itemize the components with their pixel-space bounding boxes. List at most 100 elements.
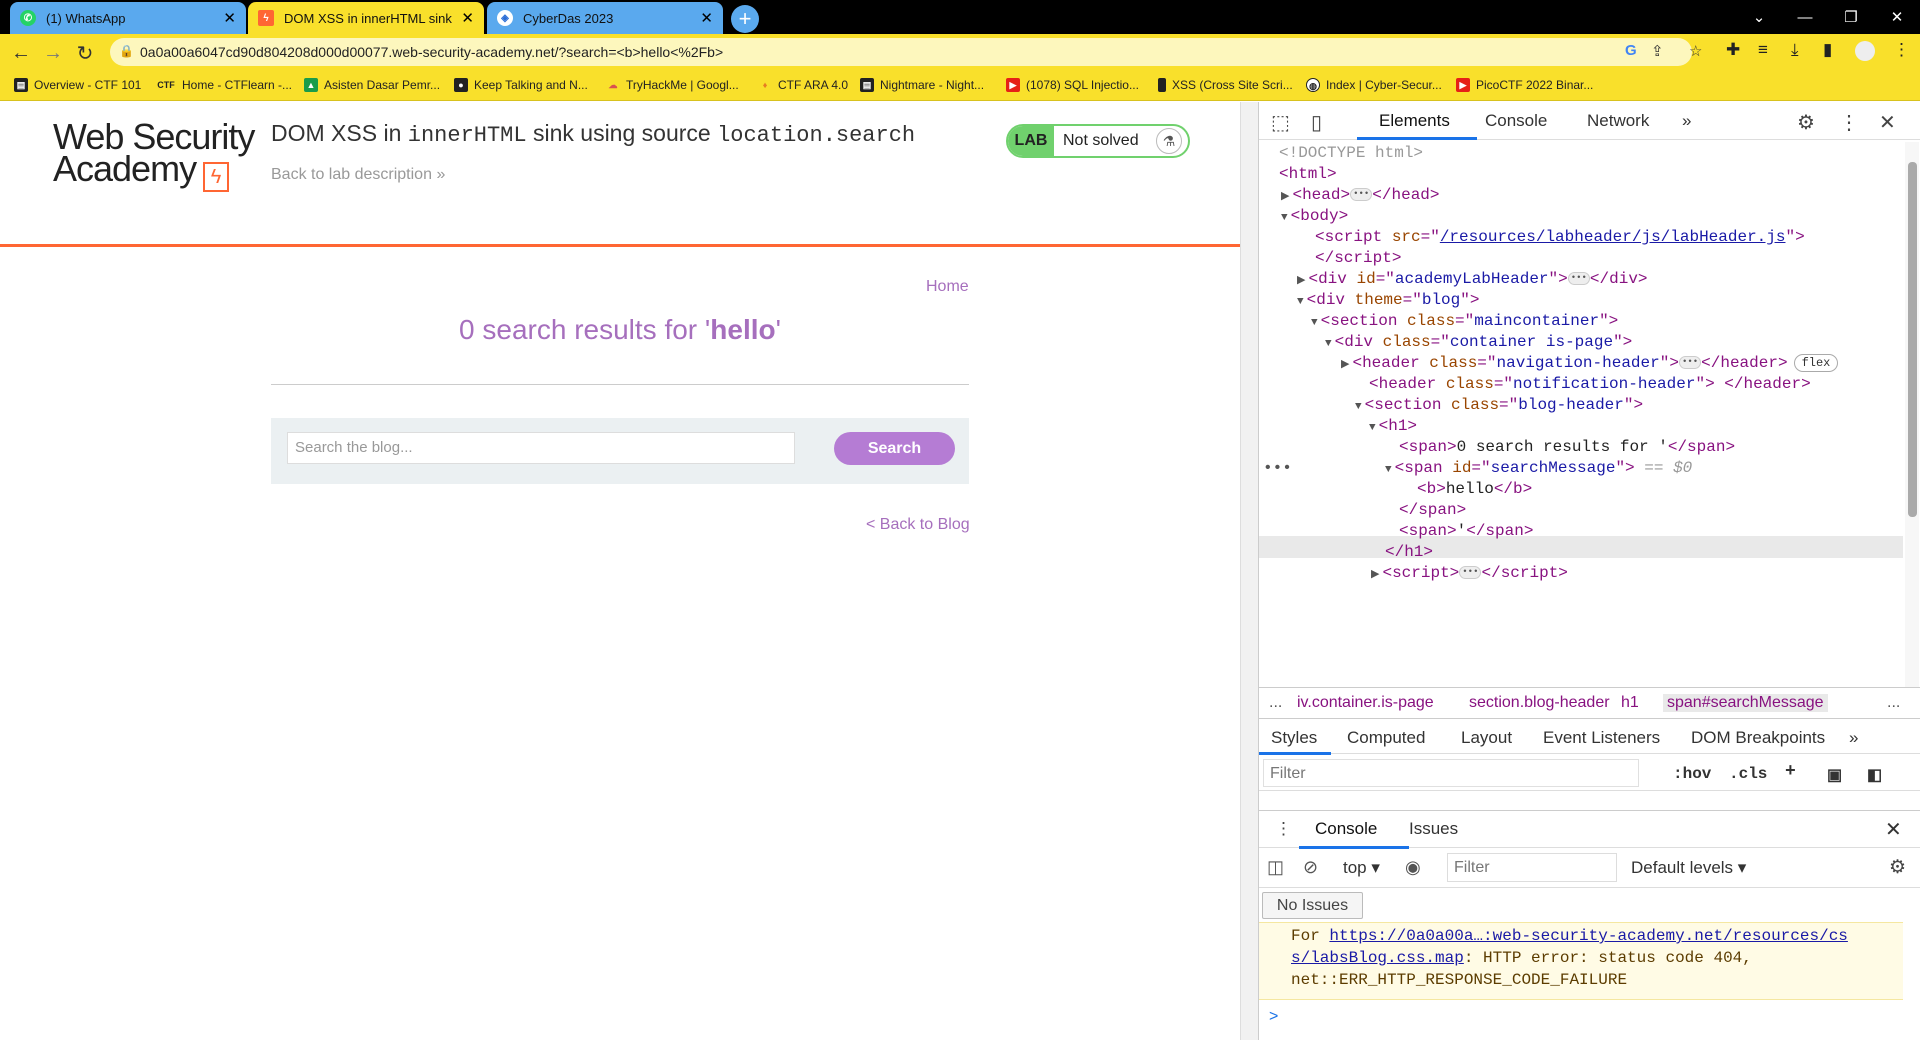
close-icon[interactable]: ✕ — [1885, 817, 1902, 842]
dom-node[interactable]: <span>'</span> — [1399, 520, 1533, 542]
restore-button[interactable]: ❐ — [1828, 0, 1874, 34]
sidebar-toggle-icon[interactable]: ◧ — [1867, 765, 1882, 785]
dom-node[interactable]: <!DOCTYPE html> — [1279, 142, 1423, 164]
collapse-icon[interactable]: ▼ — [1311, 317, 1318, 329]
side-panel-icon[interactable]: ▮ — [1823, 40, 1832, 60]
close-icon[interactable]: ✕ — [700, 9, 713, 27]
bookmark-item[interactable]: ▤ Overview - CTF 101 — [14, 78, 141, 92]
address-bar[interactable]: 🔒 0a0a00a6047cd90d804208d000d00077.web-s… — [110, 38, 1692, 66]
collapse-icon[interactable]: ▼ — [1369, 422, 1376, 434]
chevron-down-icon[interactable]: ⌄ — [1736, 0, 1782, 34]
inspect-icon[interactable]: ⬚ — [1271, 110, 1290, 135]
tab-styles[interactable]: Styles — [1271, 728, 1317, 748]
expand-icon[interactable]: ▶ — [1281, 191, 1289, 203]
forward-button[interactable]: → — [40, 40, 66, 66]
collapse-icon[interactable]: ▼ — [1325, 338, 1332, 350]
context-select[interactable]: top ▾ — [1343, 858, 1380, 878]
menu-kebab-icon[interactable]: ⋮ — [1893, 40, 1910, 60]
collapse-icon[interactable]: ▼ — [1385, 464, 1392, 476]
tab-console-drawer[interactable]: Console — [1315, 819, 1377, 839]
tab-layout[interactable]: Layout — [1461, 728, 1512, 748]
tab-cyberdas[interactable]: ◈ CyberDas 2023 ✕ — [487, 2, 723, 34]
tab-event-listeners[interactable]: Event Listeners — [1543, 728, 1660, 748]
more-tabs-icon[interactable]: » — [1682, 111, 1691, 131]
dom-node[interactable]: <b>hello</b> — [1417, 478, 1532, 500]
device-toolbar-icon[interactable]: ▯ — [1311, 110, 1322, 135]
dom-node[interactable]: ▶ <header class="navigation-header"> ••• </… — [1341, 352, 1839, 374]
breadcrumb-item[interactable]: section.blog-header — [1469, 694, 1610, 712]
logo-academy[interactable]: Academy — [53, 151, 197, 187]
source-link[interactable]: s/labsBlog.css.map — [1291, 949, 1464, 967]
bookmark-item[interactable]: ▲ Asisten Dasar Pemr... — [304, 78, 440, 92]
gear-icon[interactable]: ⚙ — [1889, 856, 1906, 879]
page-scrollbar[interactable] — [1240, 102, 1258, 1040]
dom-node[interactable]: ▼ <body> — [1281, 205, 1348, 227]
dom-node[interactable]: ▼ <h1> — [1369, 415, 1417, 437]
bookmark-item[interactable]: ♦ CTF ARA 4.0 — [758, 78, 848, 92]
dom-node[interactable]: ▶ <script> ••• </script> — [1371, 562, 1568, 584]
bookmark-item[interactable]: ☁ TryHackMe | Googl... — [606, 78, 739, 92]
gear-icon[interactable]: ⚙ — [1797, 110, 1815, 135]
styles-filter-input[interactable]: Filter — [1263, 759, 1639, 787]
more-tabs-icon[interactable]: » — [1849, 728, 1858, 748]
paint-icon[interactable]: ▣ — [1827, 765, 1842, 785]
breadcrumb-item[interactable]: h1 — [1621, 694, 1639, 712]
google-icon[interactable]: G — [1625, 42, 1637, 59]
dom-node[interactable]: ▼ <div theme="blog"> — [1297, 289, 1479, 311]
add-rule-icon[interactable]: + — [1785, 762, 1796, 782]
dom-node[interactable]: <html> — [1279, 163, 1337, 185]
bookmark-item[interactable]: ● Keep Talking and N... — [454, 78, 588, 92]
flex-badge[interactable]: flex — [1793, 353, 1839, 372]
tab-elements[interactable]: Elements — [1379, 111, 1450, 131]
tab-computed[interactable]: Computed — [1347, 728, 1425, 748]
bookmark-item[interactable]: ▤ Nightmare - Night... — [860, 78, 984, 92]
bookmark-star-icon[interactable]: ☆ — [1689, 42, 1702, 60]
reading-list-icon[interactable]: ≡ — [1758, 40, 1768, 60]
issues-counter[interactable]: No Issues — [1262, 892, 1363, 919]
breadcrumb-item-active[interactable]: span#searchMessage — [1663, 694, 1828, 712]
scroll-thumb[interactable] — [1908, 162, 1917, 517]
dom-node[interactable]: <span>0 search results for '</span> — [1399, 436, 1735, 458]
tab-dom-breakpoints[interactable]: DOM Breakpoints — [1691, 728, 1825, 748]
console-filter-input[interactable]: Filter — [1447, 853, 1617, 882]
hov-toggle[interactable]: :hov — [1673, 765, 1711, 783]
window-close-button[interactable]: ✕ — [1874, 0, 1920, 34]
collapse-icon[interactable]: ▼ — [1281, 212, 1288, 224]
console-prompt[interactable]: > — [1269, 1008, 1278, 1026]
log-levels-select[interactable]: Default levels ▾ — [1631, 858, 1746, 878]
breadcrumb-overflow[interactable]: ... — [1269, 694, 1282, 712]
expand-icon[interactable]: ▶ — [1341, 359, 1349, 371]
tab-issues[interactable]: Issues — [1409, 819, 1458, 839]
bookmark-item[interactable]: CTF Home - CTFlearn -... — [156, 78, 292, 92]
bookmark-item[interactable]: ▶ (1078) SQL Injectio... — [1006, 78, 1139, 92]
expand-icon[interactable]: ▶ — [1297, 275, 1305, 287]
dom-node[interactable]: ▼ <section class="blog-header"> — [1355, 394, 1643, 416]
dom-node[interactable]: ▶ <div id="academyLabHeader"> ••• </div> — [1297, 268, 1648, 290]
dom-node[interactable]: <script src="/resources/labheader/js/lab… — [1315, 226, 1805, 248]
dom-node[interactable]: </h1> — [1385, 541, 1433, 563]
node-actions-icon[interactable]: ••• — [1263, 457, 1292, 479]
new-tab-button[interactable]: + — [731, 5, 759, 33]
back-button[interactable]: ← — [8, 40, 34, 66]
bookmark-item[interactable]: XSS (Cross Site Scri... — [1158, 78, 1293, 92]
tab-whatsapp[interactable]: ✆ (1) WhatsApp ✕ — [10, 2, 246, 34]
script-src-link[interactable]: /resources/labheader/js/labHeader.js — [1440, 228, 1786, 246]
dom-node[interactable]: <header class="notification-header"> </h… — [1369, 373, 1811, 395]
bookmark-item[interactable]: ▶ PicoCTF 2022 Binar... — [1456, 78, 1593, 92]
tab-dom-xss[interactable]: ϟ DOM XSS in innerHTML sink usin ✕ — [248, 2, 484, 34]
collapse-icon[interactable]: ▼ — [1297, 296, 1304, 308]
expand-icon[interactable]: ▶ — [1371, 569, 1379, 581]
extensions-icon[interactable]: ✚ — [1726, 40, 1740, 60]
source-link[interactable]: https://0a0a00a…:web-security-academy.ne… — [1329, 927, 1847, 945]
kebab-menu-icon[interactable]: ⋮ — [1839, 110, 1859, 135]
search-input[interactable]: Search the blog... — [287, 432, 795, 464]
collapse-icon[interactable]: ▼ — [1355, 401, 1362, 413]
breadcrumb-item[interactable]: iv.container.is-page — [1297, 694, 1434, 712]
clear-console-icon[interactable]: ⊘ — [1303, 857, 1318, 878]
close-icon[interactable]: ✕ — [461, 9, 474, 27]
sidebar-icon[interactable]: ◫ — [1267, 857, 1284, 878]
minimize-button[interactable]: — — [1782, 0, 1828, 34]
dom-node[interactable]: ▶ <head> ••• </head> — [1281, 184, 1440, 206]
home-link[interactable]: Home — [926, 278, 969, 296]
dom-node[interactable]: </span> — [1399, 499, 1466, 521]
